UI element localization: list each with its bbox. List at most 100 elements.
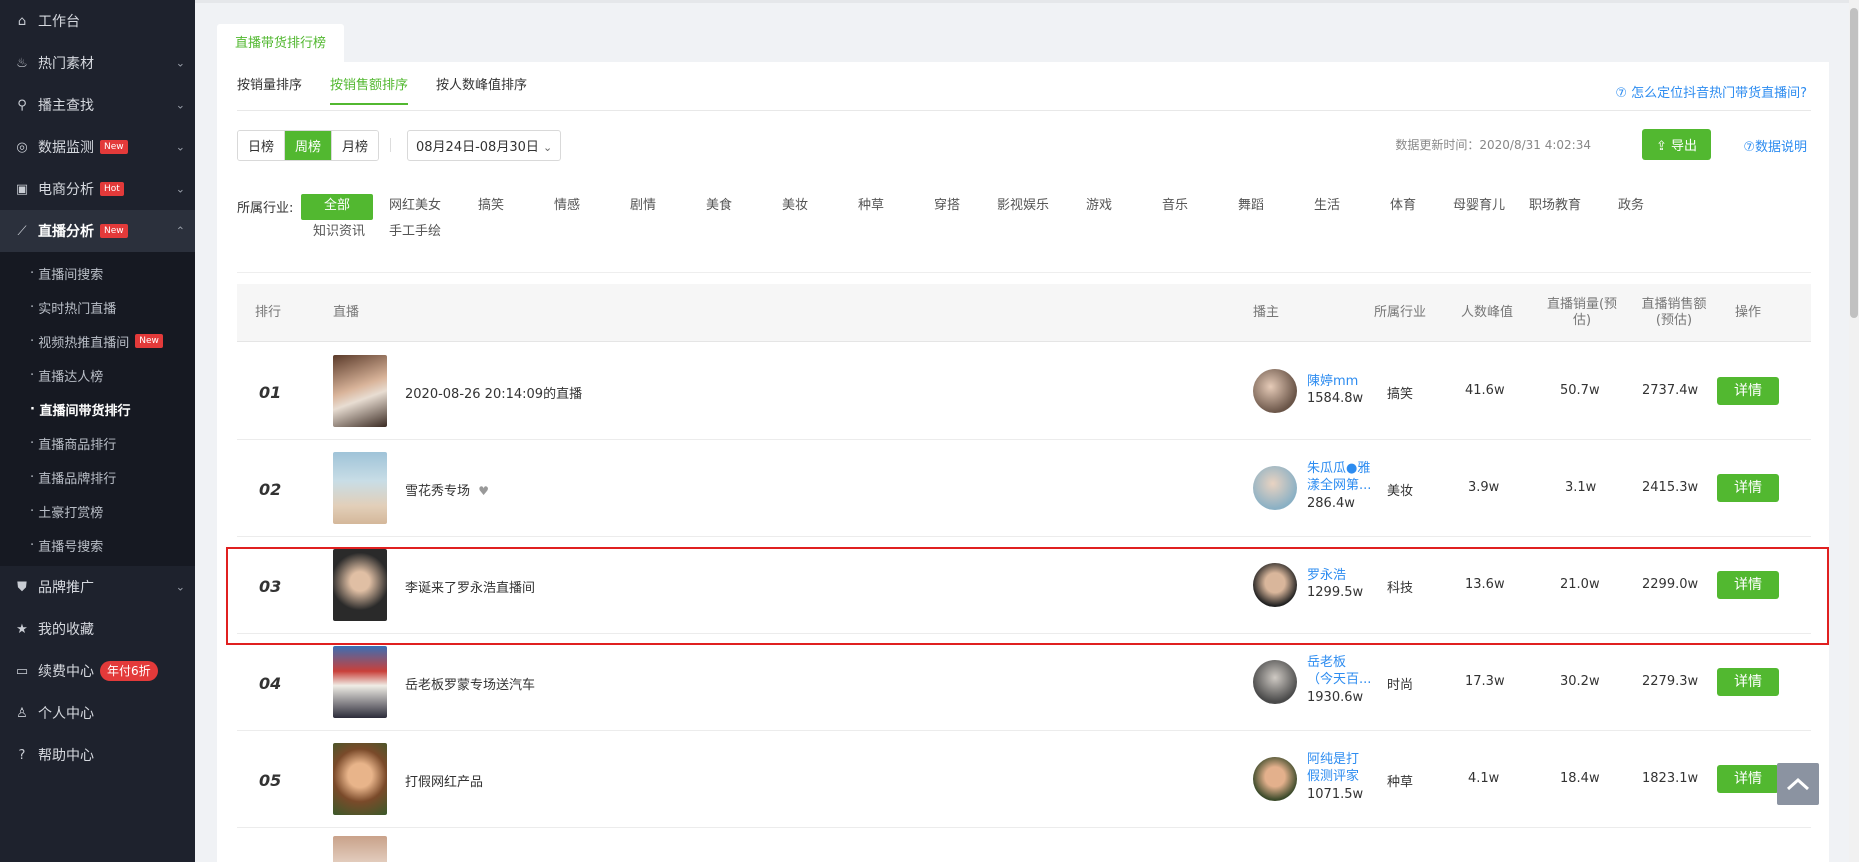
nav-label: 热门素材: [38, 56, 94, 72]
nav-ecom-analysis[interactable]: ▣ 电商分析 Hot ⌄: [0, 168, 195, 210]
amount: 1823.1w: [1642, 771, 1699, 786]
header-sales-line1: 直播销量(预: [1546, 297, 1618, 312]
submenu-label: 直播间带货排行: [39, 403, 131, 419]
anchor-name[interactable]: 朱瓜瓜●雅 漾全网第...: [1307, 460, 1373, 494]
avatar[interactable]: [1253, 757, 1297, 801]
heart-icon[interactable]: ♥: [478, 484, 489, 498]
user-icon: ♙: [16, 705, 28, 721]
nav-data-monitor[interactable]: ◎ 数据监测 New ⌄: [0, 126, 195, 168]
header-op: 操作: [1735, 305, 1762, 320]
industry-filter: 全部 网红美女 搞笑 情感 剧情 美食 美妆 种草 穿搭 影视娱乐 游戏 音乐 …: [301, 194, 1721, 246]
industry-option[interactable]: 知识资讯: [301, 220, 377, 246]
submenu-label: 直播达人榜: [38, 369, 104, 385]
howto-link[interactable]: ⑦ 怎么定位抖音热门带货直播间?: [1615, 82, 1807, 101]
submenu-item[interactable]: · 直播商品排行: [0, 426, 195, 460]
back-to-top-button[interactable]: [1777, 763, 1819, 805]
submenu-label: 直播间搜索: [38, 267, 104, 283]
detail-button[interactable]: 详情: [1717, 668, 1779, 696]
industry-option[interactable]: 搞笑: [453, 194, 529, 220]
live-title[interactable]: 2020-08-26 20:14:09的直播: [405, 383, 582, 402]
live-title[interactable]: 打假网红产品: [405, 771, 483, 790]
anchor-name-line1: 朱瓜瓜●雅: [1307, 461, 1371, 476]
industry-option[interactable]: 游戏: [1061, 194, 1137, 220]
anchor-name[interactable]: 岳老板 （今天百...: [1307, 654, 1373, 688]
live-title[interactable]: 雪花秀专场 ♥: [405, 480, 489, 499]
nav-renew[interactable]: ▭ 续费中心 年付6折: [0, 650, 195, 692]
live-thumbnail[interactable]: [333, 743, 387, 815]
tab-sort-peak[interactable]: 按人数峰值排序: [436, 74, 527, 105]
period-month-button[interactable]: 月榜: [332, 131, 379, 160]
tab-live-ranking[interactable]: 直播带货排行榜: [217, 24, 345, 62]
scrollbar[interactable]: [1849, 0, 1859, 862]
submenu-item[interactable]: · 直播号搜索: [0, 528, 195, 562]
industry-option[interactable]: 剧情: [605, 194, 681, 220]
anchor-name[interactable]: 陳婷mm: [1307, 373, 1373, 390]
star-icon: ★: [16, 621, 28, 637]
header-peak: 人数峰值: [1461, 305, 1514, 320]
industry-option[interactable]: 手工手绘: [377, 220, 453, 246]
avatar[interactable]: [1253, 660, 1297, 704]
nav-brand-promo[interactable]: ⛊ 品牌推广 ⌄: [0, 566, 195, 608]
amount: 2279.3w: [1642, 674, 1699, 689]
date-range-select[interactable]: 08月24日-08月30日 ⌄: [407, 130, 562, 161]
submenu-item[interactable]: · 直播达人榜: [0, 358, 195, 392]
industry-option[interactable]: 影视娱乐: [985, 194, 1061, 220]
tab-sort-amount[interactable]: 按销售额排序: [330, 74, 409, 105]
detail-button[interactable]: 详情: [1717, 765, 1779, 793]
data-explain-link[interactable]: ⑦数据说明: [1743, 136, 1807, 155]
industry-option[interactable]: 音乐: [1137, 194, 1213, 220]
anchor-fans: 1071.5w: [1307, 787, 1364, 802]
industry-option[interactable]: 情感: [529, 194, 605, 220]
industry-option[interactable]: 种草: [833, 194, 909, 220]
period-day-button[interactable]: 日榜: [238, 131, 286, 160]
scrollbar-thumb[interactable]: [1850, 8, 1858, 318]
industry-option[interactable]: 体育: [1365, 194, 1441, 220]
nav-workspace[interactable]: ⌂ 工作台: [0, 0, 195, 42]
industry-option[interactable]: 网红美女: [377, 194, 453, 220]
nav-favorites[interactable]: ★ 我的收藏: [0, 608, 195, 650]
submenu-label: 土豪打赏榜: [38, 505, 104, 521]
new-badge: New: [100, 140, 128, 154]
nav-anchor-search[interactable]: ⚲ 播主查找 ⌄: [0, 84, 195, 126]
live-thumbnail[interactable]: [333, 355, 387, 427]
submenu-label: 直播号搜索: [38, 539, 104, 555]
industry-option[interactable]: 舞蹈: [1213, 194, 1289, 220]
chevron-down-icon: ⌄: [175, 98, 185, 112]
live-thumbnail[interactable]: [333, 452, 387, 524]
industry-option[interactable]: 政务: [1593, 194, 1669, 220]
export-button[interactable]: ⇪ 导出: [1641, 129, 1711, 160]
submenu-item[interactable]: · 直播品牌排行: [0, 460, 195, 494]
submenu-item-current[interactable]: · 直播间带货排行: [0, 392, 195, 426]
detail-button[interactable]: 详情: [1717, 377, 1779, 405]
industry-option[interactable]: 母婴育儿: [1441, 194, 1517, 220]
anchor-name[interactable]: 阿纯是打 假测评家: [1307, 751, 1373, 785]
industry-option[interactable]: 穿搭: [909, 194, 985, 220]
avatar[interactable]: [1253, 466, 1297, 510]
nav-personal[interactable]: ♙ 个人中心: [0, 692, 195, 734]
industry-option[interactable]: 全部: [301, 194, 373, 220]
header-amount-line2: (预估): [1655, 313, 1693, 328]
detail-button[interactable]: 详情: [1717, 474, 1779, 502]
nav-live-analysis[interactable]: ⟋ 直播分析 New ⌃: [0, 210, 195, 252]
divider: [237, 272, 1811, 273]
table-row: 05 打假网红产品 阿纯是打 假测评家 1071.5w 种草 4.1w 18.4w…: [237, 731, 1811, 828]
avatar[interactable]: [1253, 369, 1297, 413]
submenu-item[interactable]: · 土豪打赏榜: [0, 494, 195, 528]
live-title[interactable]: 岳老板罗蒙专场送汽车: [405, 674, 535, 693]
period-week-button[interactable]: 周榜: [285, 131, 333, 160]
live-thumbnail[interactable]: [333, 836, 387, 862]
nav-hot-material[interactable]: ♨ 热门素材 ⌄: [0, 42, 195, 84]
nav-help[interactable]: ? 帮助中心: [0, 734, 195, 776]
submenu-item[interactable]: · 实时热门直播: [0, 290, 195, 324]
industry-option[interactable]: 生活: [1289, 194, 1365, 220]
chevron-down-icon: ⌄: [175, 182, 185, 196]
update-time: 数据更新时间：2020/8/31 4:02:34: [1395, 138, 1591, 152]
tab-sort-volume[interactable]: 按销量排序: [237, 74, 302, 105]
live-thumbnail[interactable]: [333, 646, 387, 718]
industry-option[interactable]: 美食: [681, 194, 757, 220]
submenu-item[interactable]: · 直播间搜索: [0, 256, 195, 290]
submenu-item[interactable]: · 视频热推直播间 New: [0, 324, 195, 358]
industry-option[interactable]: 美妆: [757, 194, 833, 220]
industry-option[interactable]: 职场教育: [1517, 194, 1593, 220]
live-submenu: · 直播间搜索 · 实时热门直播 · 视频热推直播间 New · 直播达人榜 · …: [0, 252, 195, 566]
